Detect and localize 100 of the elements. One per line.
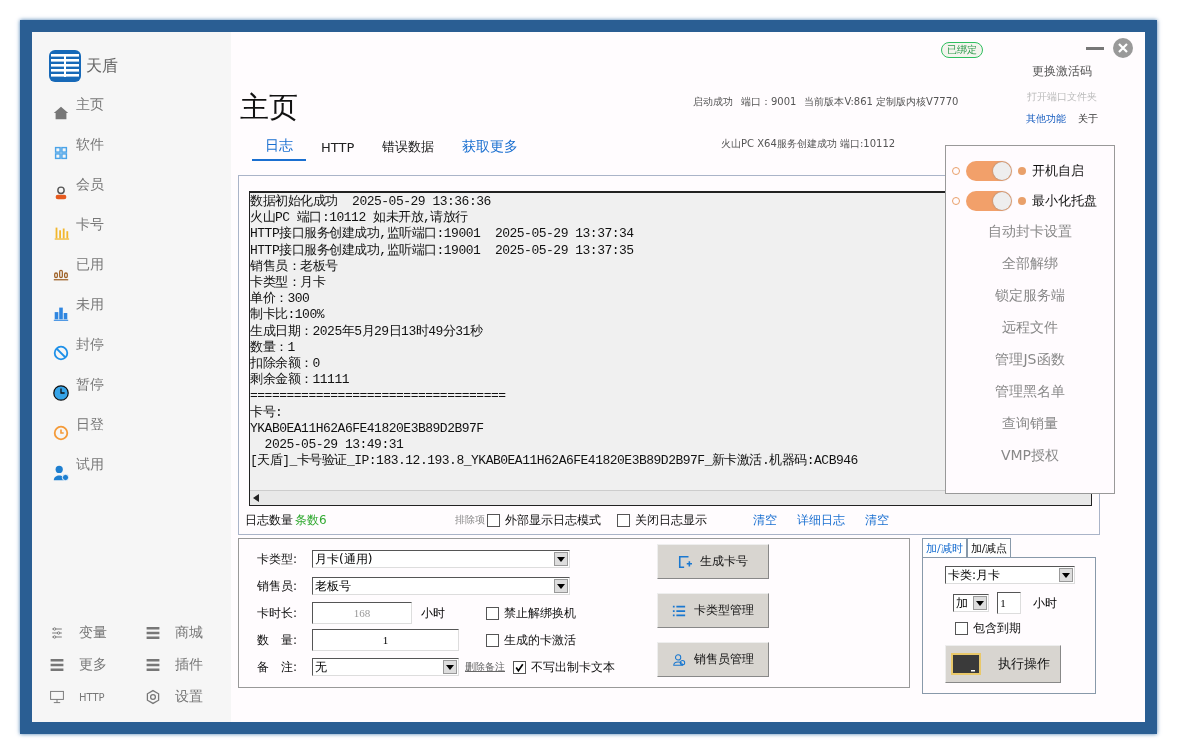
list-icon [672,603,686,618]
close-button[interactable] [1113,38,1133,58]
unit-label: 小时 [421,604,446,622]
dropdown[interactable]: 月卡(通用) [312,550,570,568]
sidebar-item[interactable]: 会员 [52,168,231,208]
checkbox[interactable]: 禁止解绑换机 [486,604,576,622]
action-button[interactable]: 生成卡号 [657,544,769,579]
sidebar-item[interactable]: HTTP [49,686,145,708]
field-label: 卡时长: [257,604,299,622]
grid-icon [52,144,70,162]
menu-item[interactable]: 远程文件 [1002,312,1058,344]
log-line: 2025-05-29 13:49:31 [263,437,404,453]
menu-item[interactable]: 自动封卡设置 [988,216,1072,248]
execute-button[interactable]: 执行操作 [945,645,1061,683]
sidebar-item[interactable]: 试用 [52,448,231,488]
exclude-label: 排除项 [454,513,485,528]
sidebar-item[interactable]: 更多 [49,654,145,676]
log-line: 火山PC 端口:10112 如未开放,请放行 [250,210,468,226]
sidebar-item[interactable]: 日登 [52,408,231,448]
caret-down-icon [1062,572,1070,578]
field-label: 备 注: [257,658,299,676]
log-line: HTTP接口服务创建成功,监听端口:19001 2025-05-29 13:37:34 [250,226,634,243]
toggle-label: 开机自启 [1032,162,1084,180]
unit-label: 小时 [1033,594,1059,612]
checkbox[interactable]: 包含到期 [955,620,1079,637]
menu-item[interactable]: 全部解绑 [1002,248,1058,280]
on-dot-icon [1018,167,1026,175]
sidebar-item[interactable]: 商城 [145,622,235,644]
menu-item[interactable]: 锁定服务端 [995,280,1065,312]
sidebar-item[interactable]: 卡号 [52,208,231,248]
log-line: [天盾]_卡号验证_IP:183.12.193.8_YKAB0EA11H62A6FE41820E3B89D2B97F_新卡激活.机器码:ACB946 [250,453,858,470]
action-button[interactable]: 卡类型管理 [657,593,769,628]
more-link[interactable]: 获取更多 [449,134,532,161]
field-label: 数 量: [257,631,299,649]
sidebar-item[interactable]: 主页 [52,88,231,128]
link[interactable]: 关于 [1078,112,1098,126]
tab[interactable]: 错误数据 [369,134,448,161]
caret-down-icon [976,600,985,606]
scrollbar[interactable] [250,490,1091,506]
caret-down-icon [446,664,454,670]
status-text: 端口：9001 [741,95,797,109]
tab[interactable]: 加/减时 [922,538,967,557]
link[interactable]: 其他功能 [1026,112,1066,126]
dropdown[interactable]: 老板号 [312,577,570,595]
home-icon [52,104,70,122]
menu-item[interactable]: 管理黑名单 [995,376,1065,408]
checkbox[interactable]: 不写出制卡文本 [513,658,615,676]
user-clock-icon [52,464,70,482]
sidebar-item[interactable]: 封停 [52,328,231,368]
monitor-icon [49,689,65,705]
sidebar-item[interactable]: 暂停 [52,368,231,408]
menu-item[interactable]: 管理JS函数 [995,344,1065,376]
menu-item[interactable]: VMP授权 [1000,440,1060,472]
log-line: 单价：300 [250,291,310,307]
action-button[interactable]: 销售员管理 [657,642,769,677]
link[interactable]: 清空 [864,511,889,529]
log-line: 剩余金额：11111 [250,372,349,389]
input-field[interactable]: 1 [997,592,1022,614]
link[interactable]: 清空 [752,511,777,529]
clock-icon [52,424,70,442]
page-title: 主页 [240,89,299,126]
minimize-button[interactable] [1086,46,1104,50]
app-name: 天盾 [86,55,118,77]
dropdown[interactable]: 无 [312,658,459,676]
checkbox[interactable]: 外部显示日志模式 [486,511,601,529]
checkbox[interactable]: 关闭日志显示 [616,511,707,529]
toggle-switch[interactable] [966,161,1012,181]
sidebar-item[interactable]: 设置 [145,686,235,708]
dropdown[interactable]: 卡类:月卡 [945,566,1075,584]
checkmark-icon [514,661,525,673]
ban-icon [52,344,70,362]
sidebar-item[interactable]: 插件 [145,654,235,676]
toggle-switch[interactable] [966,191,1012,211]
checkbox[interactable]: 生成的卡激活 [486,631,576,649]
tab[interactable]: 加/减点 [966,538,1012,557]
log-count-label: 日志数量 [245,511,293,529]
log-line: 数据初始化成功 2025-05-29 13:36:36 [250,194,491,210]
sidebar-item[interactable]: 未用 [52,288,231,328]
field-label: 销售员: [257,577,299,595]
log-line: 数量：1 [250,339,295,356]
link[interactable]: 详细日志 [796,511,845,529]
add-icon [678,554,692,569]
log-line: 扣除余额：0 [250,356,320,372]
tab[interactable]: 日志 [252,134,306,161]
scroll-left-icon[interactable] [253,494,259,503]
input-field[interactable]: 1 [312,629,459,651]
tab[interactable]: HTTP [308,134,368,161]
logo-icon [49,50,81,82]
blackboard-icon [950,652,982,676]
log-line: 卡类型：月卡 [250,275,325,291]
log-line: 制卡比:100% [250,307,324,324]
link[interactable]: 更换激活码 [1032,60,1092,82]
dropdown[interactable]: 加 [953,594,990,612]
sidebar-item[interactable]: 已用 [52,248,231,288]
log-line: HTTP接口服务创建成功,监听端口:19001 2025-05-29 13:37:35 [250,242,634,259]
sidebar-item[interactable]: 软件 [52,128,231,168]
menu-icon [145,657,161,673]
menu-item[interactable]: 查询销量 [1002,408,1058,440]
sidebar-item[interactable]: 变量 [49,622,145,644]
delete-note-link[interactable]: 删除备注 [465,660,505,674]
